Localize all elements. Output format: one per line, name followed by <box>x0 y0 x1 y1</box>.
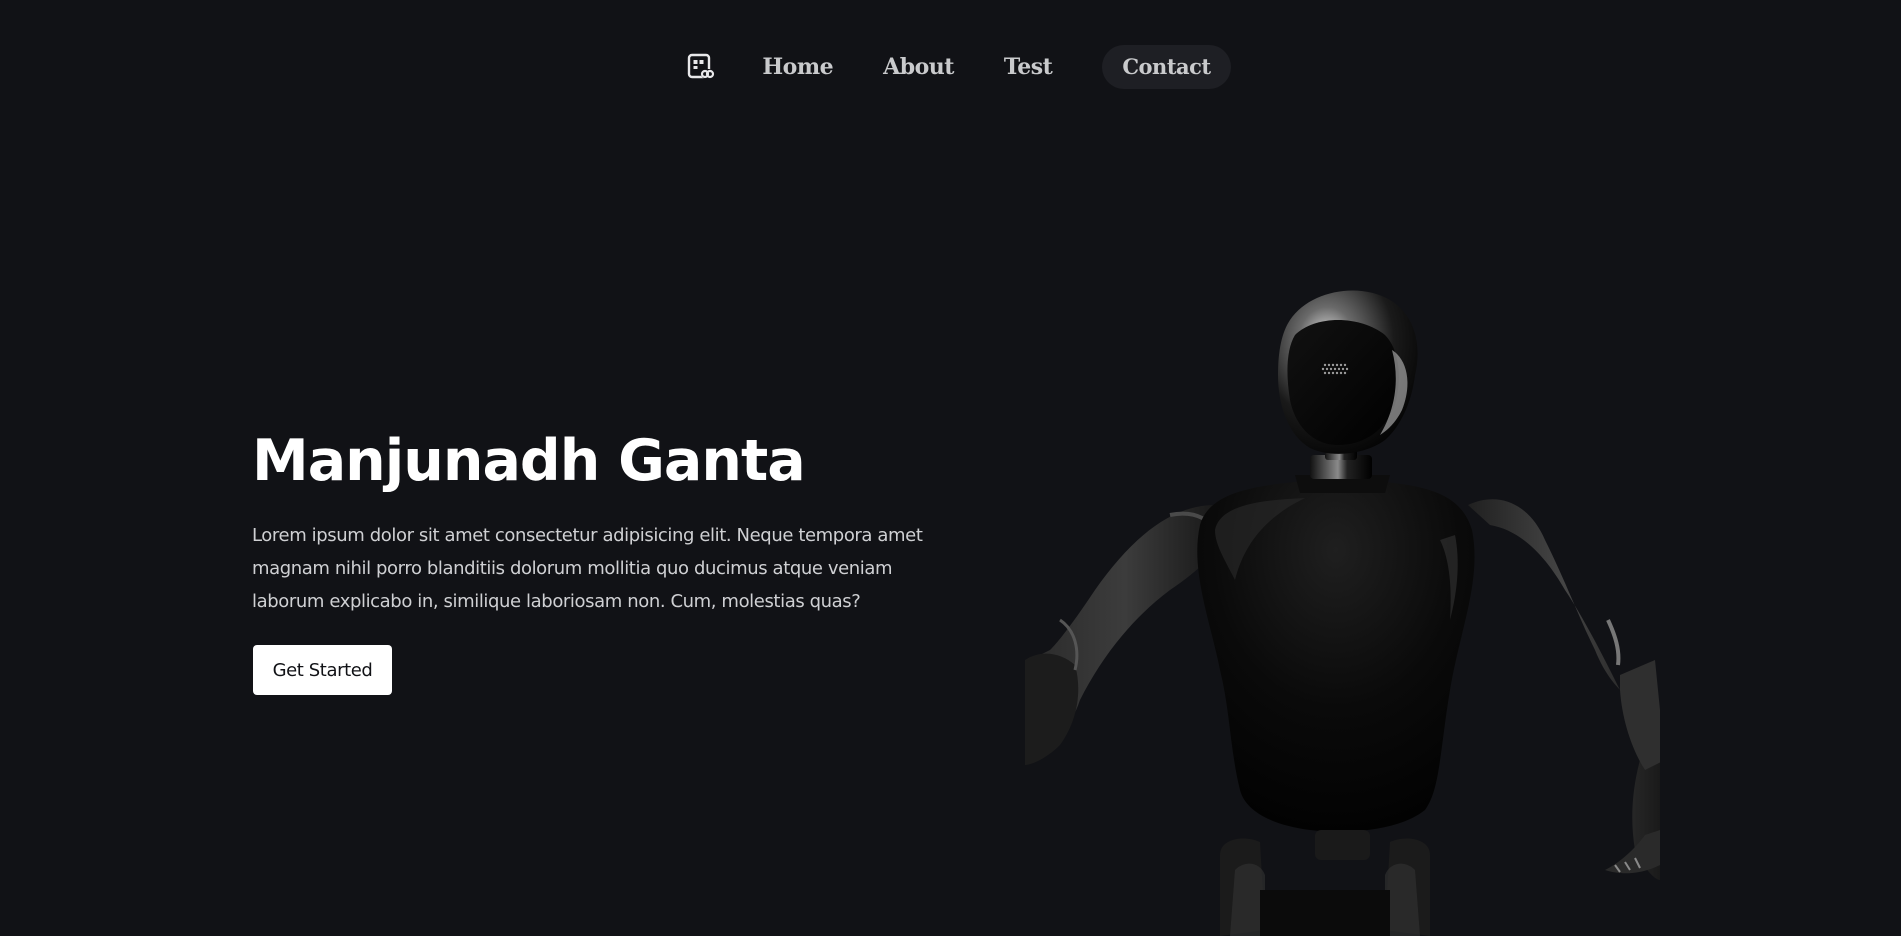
logo-icon[interactable] <box>686 52 716 82</box>
get-started-button[interactable]: Get Started <box>253 645 392 695</box>
page: Home About Test Contact Manjunadh Ganta … <box>0 0 1901 936</box>
nav-link-about[interactable]: About <box>883 54 954 80</box>
top-nav: Home About Test Contact <box>0 44 1901 90</box>
hero-title: Manjunadh Ganta <box>252 428 806 494</box>
nav-link-home[interactable]: Home <box>762 54 833 80</box>
robot-illustration <box>1025 290 1660 936</box>
nav-contact-button[interactable]: Contact <box>1102 45 1231 89</box>
nav-inner: Home About Test Contact <box>686 45 1231 89</box>
nav-link-test[interactable]: Test <box>1004 54 1053 80</box>
hero-description: Lorem ipsum dolor sit amet consectetur a… <box>252 525 923 612</box>
contact-card-link-icon <box>688 53 715 79</box>
